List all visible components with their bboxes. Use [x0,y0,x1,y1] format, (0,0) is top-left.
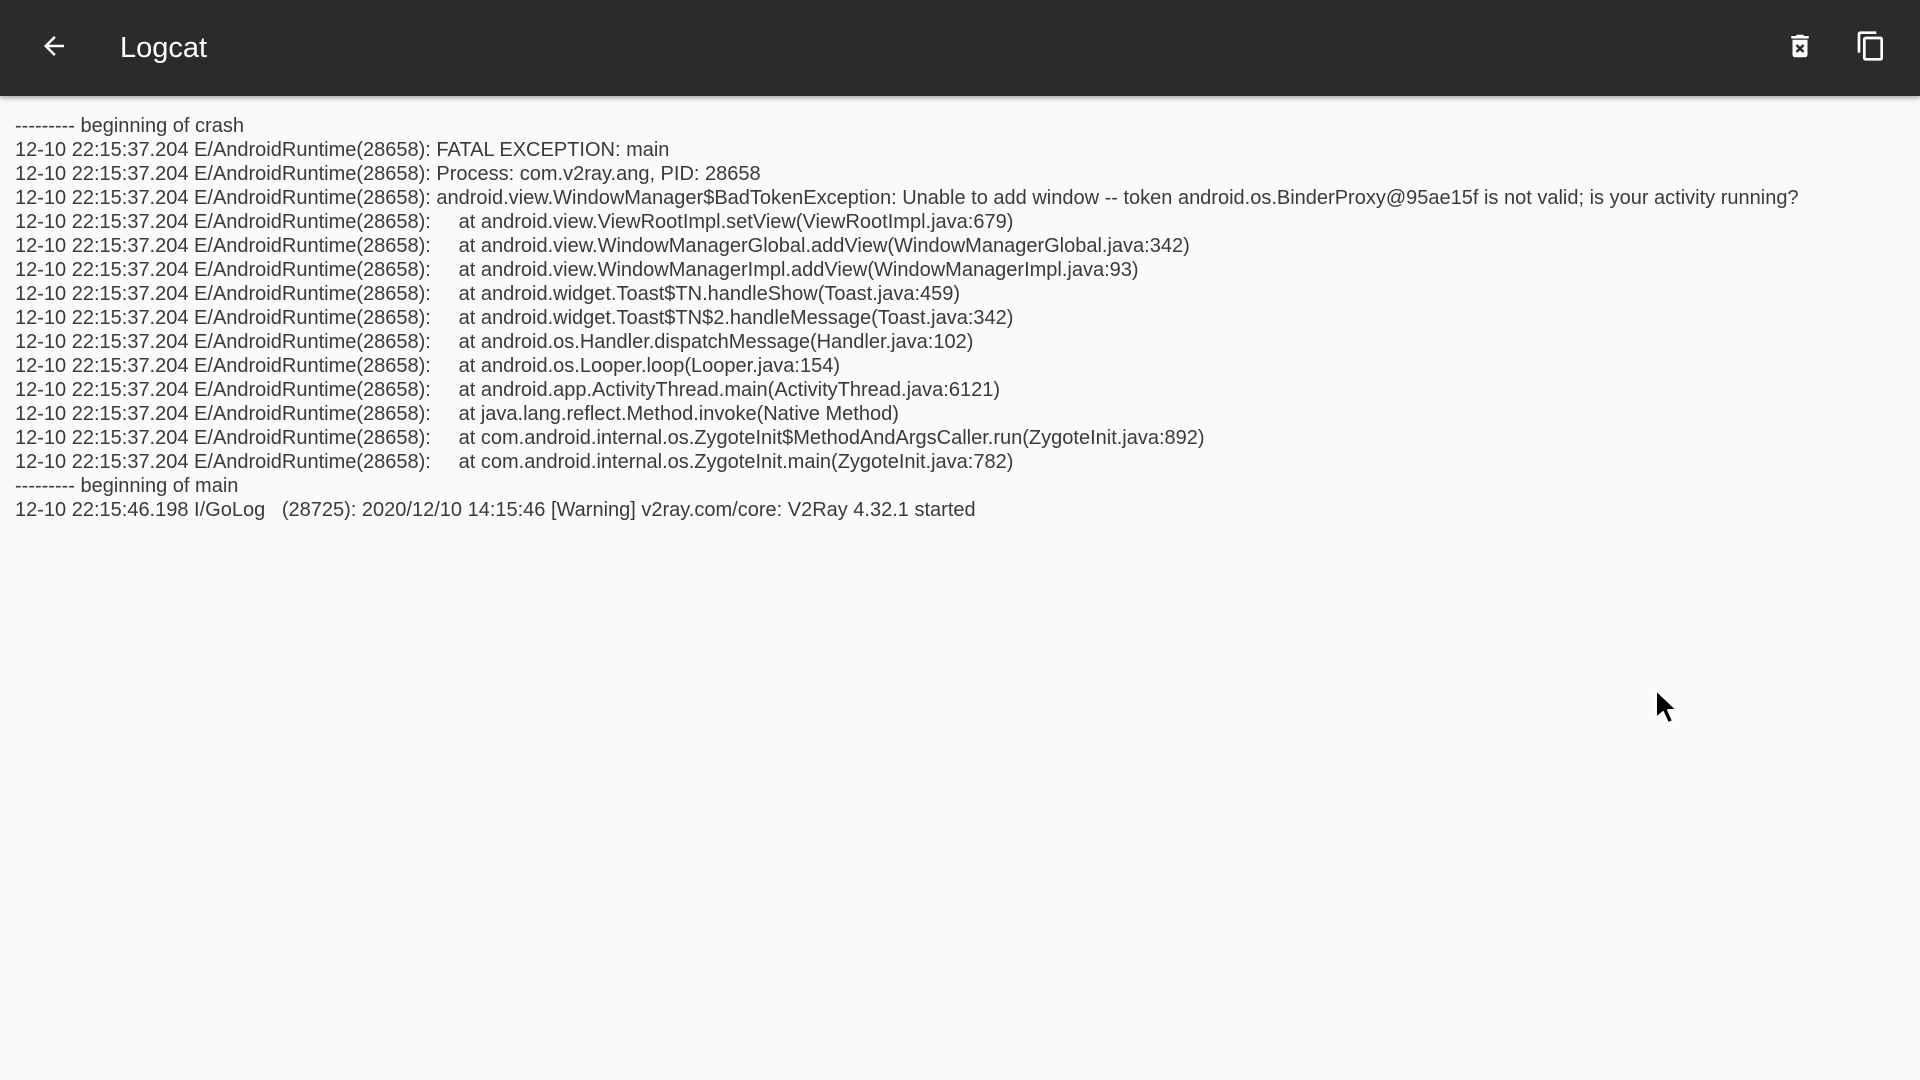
copy-button[interactable] [1847,24,1895,72]
log-line: 12-10 22:15:37.204 E/AndroidRuntime(2865… [15,187,1799,209]
log-line: 12-10 22:15:37.204 E/AndroidRuntime(2865… [15,259,1139,281]
app-toolbar: Logcat [0,0,1920,96]
log-line: 12-10 22:15:37.204 E/AndroidRuntime(2865… [15,331,974,353]
delete-button[interactable] [1776,24,1824,72]
log-line: 12-10 22:15:37.204 E/AndroidRuntime(2865… [15,283,961,305]
log-line: --------- beginning of main [15,475,239,497]
log-line: 12-10 22:15:37.204 E/AndroidRuntime(2865… [15,235,1190,257]
log-line: 12-10 22:15:37.204 E/AndroidRuntime(2865… [15,403,899,425]
delete-icon [1785,31,1815,66]
log-line: 12-10 22:15:37.204 E/AndroidRuntime(2865… [15,163,761,185]
log-text: --------- beginning of crash 12-10 22:15:… [0,96,1920,522]
arrow-back-icon [39,31,69,66]
log-line: 12-10 22:15:37.204 E/AndroidRuntime(2865… [15,307,1014,329]
back-button[interactable] [30,24,78,72]
logcat-content[interactable]: --------- beginning of crash 12-10 22:15:… [0,96,1920,1080]
log-line: 12-10 22:15:37.204 E/AndroidRuntime(2865… [15,427,1205,449]
copy-icon [1855,30,1887,67]
log-line: 12-10 22:15:37.204 E/AndroidRuntime(2865… [15,139,670,161]
page-title: Logcat [120,32,208,64]
log-line: 12-10 22:15:37.204 E/AndroidRuntime(2865… [15,451,1014,473]
log-line: 12-10 22:15:37.204 E/AndroidRuntime(2865… [15,379,1000,401]
log-line: 12-10 22:15:37.204 E/AndroidRuntime(2865… [15,355,841,377]
log-line: 12-10 22:15:46.198 I/GoLog (28725): 2020… [15,499,976,521]
log-line: 12-10 22:15:37.204 E/AndroidRuntime(2865… [15,211,1014,233]
log-line: --------- beginning of crash [15,115,244,137]
